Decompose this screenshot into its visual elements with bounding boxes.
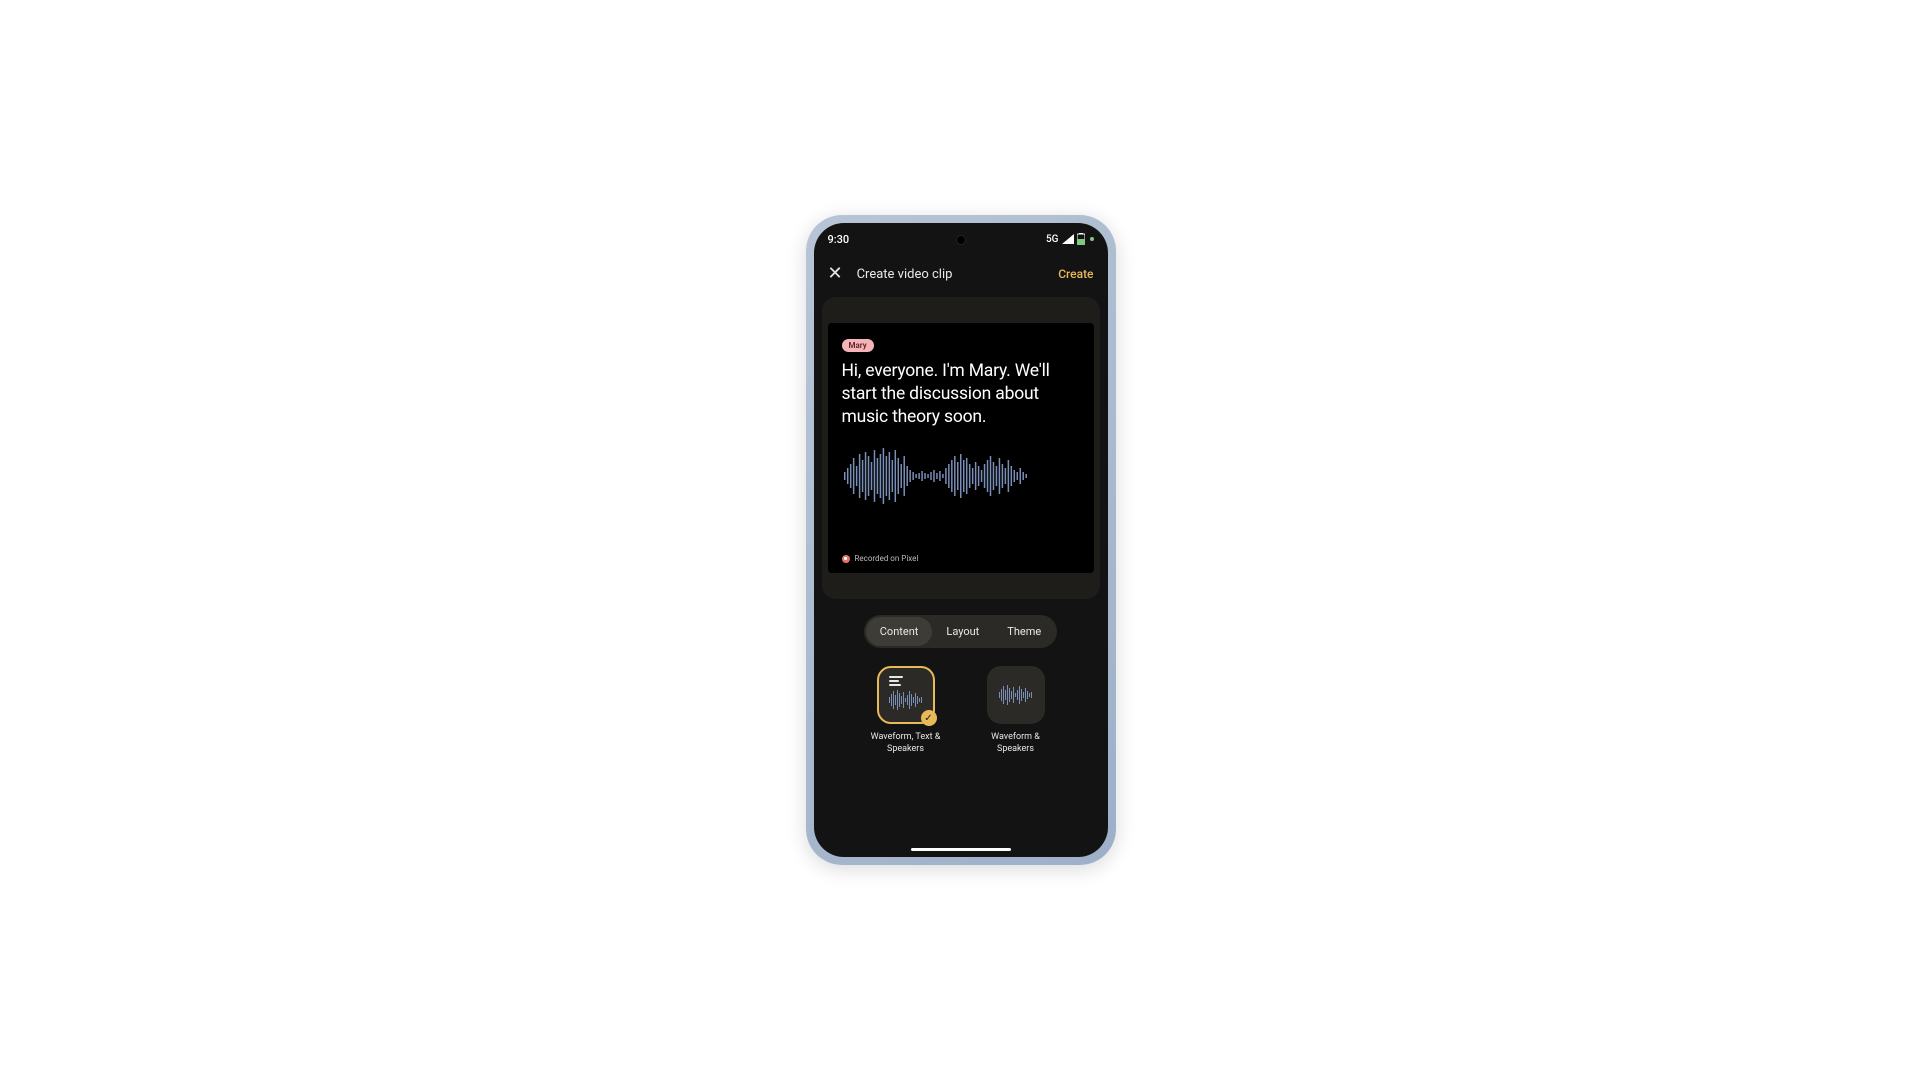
status-indicators: 5G <box>1046 233 1094 245</box>
front-camera <box>956 235 966 245</box>
recorder-app-icon <box>842 555 850 563</box>
phone-screen: 9:30 5G ✕ Create video clip Create Mary … <box>814 223 1108 857</box>
option-waveform-text-speakers[interactable]: ✓ Waveform, Text & Speakers <box>866 666 946 755</box>
status-dot-icon <box>1090 237 1094 241</box>
tab-layout[interactable]: Layout <box>932 617 993 646</box>
waveform-visual <box>842 446 1080 506</box>
tab-content[interactable]: Content <box>866 617 933 646</box>
recorded-label: Recorded on Pixel <box>855 554 919 563</box>
waveform-icon <box>998 683 1034 707</box>
option-tile-2 <box>987 666 1045 724</box>
recorded-label-row: Recorded on Pixel <box>842 554 1080 563</box>
content-options: ✓ Waveform, Text & Speakers Waveform & S… <box>814 666 1108 755</box>
option-label-2: Waveform & Speakers <box>976 732 1056 755</box>
tab-theme[interactable]: Theme <box>993 617 1055 646</box>
speaker-chip: Mary <box>842 339 874 352</box>
waveform-icon <box>888 688 924 712</box>
status-time: 9:30 <box>828 233 850 246</box>
check-icon: ✓ <box>921 710 937 726</box>
close-icon[interactable]: ✕ <box>828 265 843 283</box>
create-button[interactable]: Create <box>1058 267 1093 281</box>
option-label-1: Waveform, Text & Speakers <box>866 732 946 755</box>
network-label: 5G <box>1046 234 1059 245</box>
preview-container: Mary Hi, everyone. I'm Mary. We'll start… <box>822 297 1100 599</box>
option-tile-1: ✓ <box>877 666 935 724</box>
text-lines-icon <box>889 676 903 686</box>
signal-icon <box>1062 234 1074 244</box>
video-preview: Mary Hi, everyone. I'm Mary. We'll start… <box>828 323 1094 573</box>
app-bar: ✕ Create video clip Create <box>814 255 1108 293</box>
editor-tabs: Content Layout Theme <box>864 615 1057 648</box>
transcript-text: Hi, everyone. I'm Mary. We'll start the … <box>842 360 1080 428</box>
home-indicator[interactable] <box>911 848 1011 851</box>
option-waveform-speakers[interactable]: Waveform & Speakers <box>976 666 1056 755</box>
page-title: Create video clip <box>857 267 953 282</box>
phone-frame: 9:30 5G ✕ Create video clip Create Mary … <box>806 215 1116 865</box>
battery-icon <box>1077 233 1085 245</box>
